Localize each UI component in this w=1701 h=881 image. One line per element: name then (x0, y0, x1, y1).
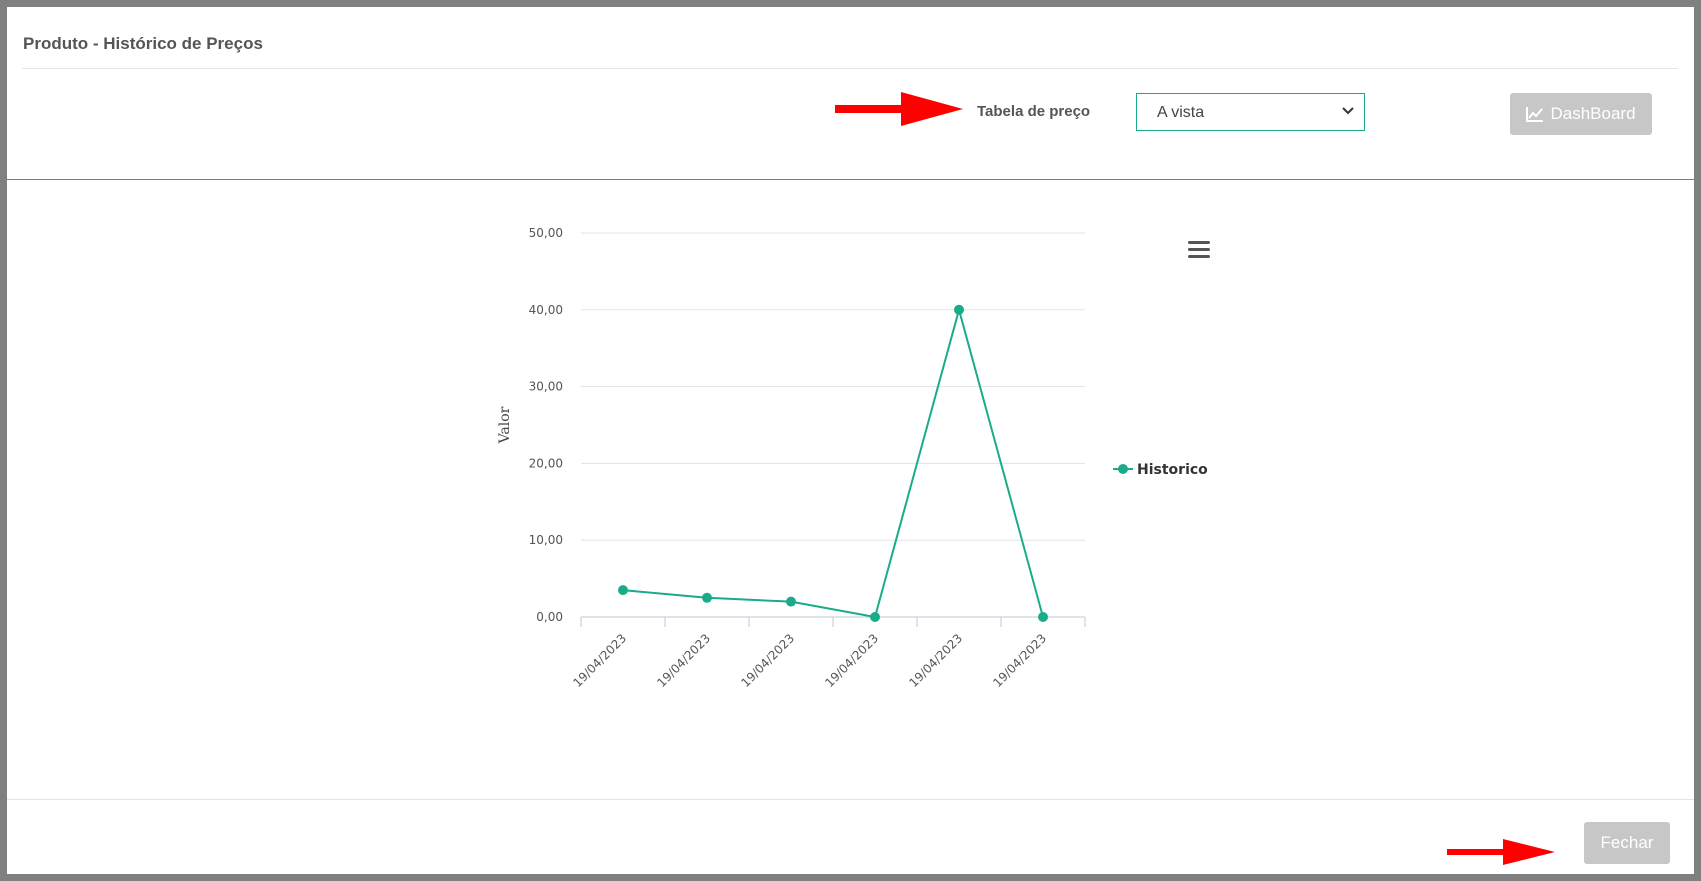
data-point[interactable] (702, 592, 712, 603)
legend-label: Historico (1137, 462, 1208, 478)
y-tick-label: 20,00 (529, 456, 563, 470)
annotation-arrow-icon (1447, 839, 1555, 865)
y-tick-label: 30,00 (529, 380, 563, 394)
x-tick-label: 19/04/2023 (990, 631, 1049, 690)
chart-legend[interactable]: Historico (1113, 462, 1208, 478)
x-tick-label: 19/04/2023 (906, 631, 965, 690)
data-point[interactable] (954, 304, 964, 315)
y-axis-title: Valor (497, 406, 513, 444)
price-history-chart: 0,00 10,00 20,00 30,00 40,00 50,00 19/04/2023… (497, 226, 1210, 690)
chart-menu-icon[interactable] (1188, 241, 1210, 258)
price-history-modal: Produto - Histórico de Preços Tabela de … (7, 7, 1694, 874)
close-button[interactable]: Fechar (1584, 822, 1670, 864)
x-tick-label: 19/04/2023 (738, 631, 797, 690)
x-tick-label: 19/04/2023 (654, 631, 713, 690)
y-tick-label: 40,00 (529, 303, 563, 317)
footer-divider (7, 799, 1694, 800)
y-tick-label: 10,00 (529, 533, 563, 547)
legend-marker (1118, 464, 1128, 474)
x-tick-label: 19/04/2023 (570, 631, 629, 690)
y-tick-label: 0,00 (536, 610, 563, 624)
data-point[interactable] (786, 596, 796, 607)
x-axis: 19/04/2023 19/04/2023 19/04/2023 19/04/2023… (570, 616, 1086, 690)
y-axis-ticks: 0,00 10,00 20,00 30,00 40,00 50,00 (529, 226, 563, 624)
x-tick-label: 19/04/2023 (822, 631, 881, 690)
data-point[interactable] (1038, 612, 1048, 622)
data-point[interactable] (618, 585, 628, 596)
y-tick-label: 50,00 (529, 226, 563, 240)
data-point[interactable] (870, 612, 880, 622)
